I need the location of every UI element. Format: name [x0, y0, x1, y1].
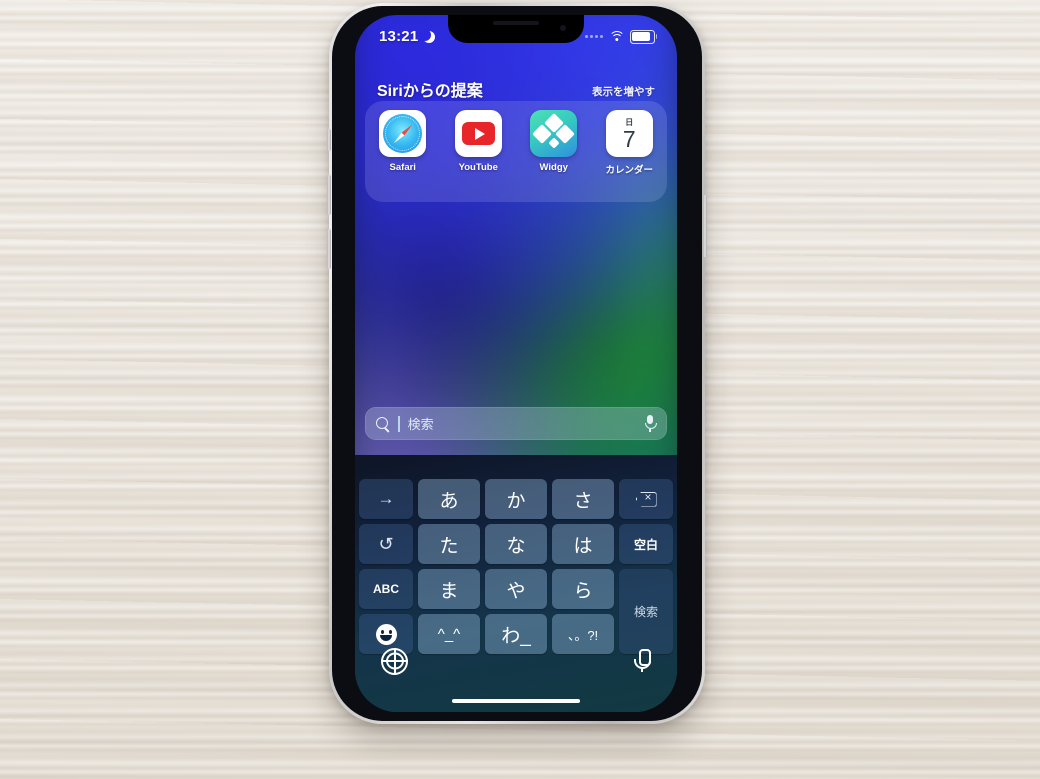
app-label: Safari — [389, 162, 416, 173]
key-label: は — [573, 535, 593, 557]
status-time-group: 13:21 — [379, 28, 436, 45]
key-label: や — [506, 580, 526, 602]
wifi-icon — [608, 31, 625, 42]
microphone-icon[interactable] — [644, 415, 657, 432]
app-label: Widgy — [539, 162, 568, 173]
delete-key[interactable] — [619, 479, 673, 519]
calendar-day-number: 7 — [622, 126, 636, 152]
kana-ya-key[interactable]: や — [485, 569, 547, 609]
widgy-icon — [530, 110, 578, 157]
kana-ha-key[interactable]: は — [552, 524, 614, 564]
app-suggestion-youtube[interactable]: YouTube — [447, 110, 509, 173]
undo-key[interactable]: ↺ — [359, 524, 413, 564]
japanese-keyboard: → あ か さ ↺ た な は 空白 ABC ま や ら 検索 ^_^ — [355, 455, 677, 712]
show-more-button[interactable]: 表示を増やす — [592, 84, 655, 101]
volume-down-button[interactable] — [327, 229, 331, 269]
search-input[interactable]: 検索 — [365, 407, 667, 440]
key-label: 検索 — [633, 605, 658, 619]
app-suggestion-safari[interactable]: Safari — [372, 110, 434, 173]
key-label: → — [377, 489, 395, 508]
youtube-icon — [454, 110, 502, 157]
keyboard-grid: → あ か さ ↺ た な は 空白 ABC ま や ら 検索 ^_^ — [359, 479, 673, 654]
screenshot-scene: 13:21 Siriからの提案 表示を増やす Safari YouTube Wi… — [0, 0, 1040, 779]
siri-suggestions-card: Safari YouTube Widgy 日 7 カレンダー — [365, 101, 667, 202]
key-label: な — [506, 535, 526, 557]
app-suggestion-widgy[interactable]: Widgy — [523, 110, 585, 173]
search-field-wrapper: 検索 — [365, 407, 667, 440]
key-label: さ — [573, 490, 593, 512]
key-label: あ — [439, 490, 459, 512]
cursor-right-key[interactable]: → — [359, 479, 413, 519]
keyboard-bottom-bar — [355, 640, 677, 682]
kana-a-key[interactable]: あ — [418, 479, 480, 519]
globe-language-icon[interactable] — [381, 647, 408, 675]
delete-backward-icon — [636, 490, 657, 507]
app-suggestion-calendar[interactable]: 日 7 カレンダー — [598, 110, 660, 176]
home-indicator-bar[interactable] — [452, 698, 580, 703]
app-label: YouTube — [458, 162, 498, 173]
notch — [448, 15, 584, 43]
space-key[interactable]: 空白 — [619, 524, 673, 564]
earpiece-speaker — [493, 21, 539, 25]
key-label: 空白 — [633, 537, 658, 552]
text-caret — [398, 415, 400, 432]
kana-ta-key[interactable]: た — [418, 524, 480, 564]
battery-full-icon — [630, 30, 658, 44]
status-time: 13:21 — [379, 28, 419, 45]
app-label: カレンダー — [605, 165, 653, 176]
microphone-dictation-icon[interactable] — [634, 648, 651, 674]
iphone-device: 13:21 Siriからの提案 表示を増やす Safari YouTube Wi… — [327, 3, 707, 724]
key-label: ま — [439, 580, 459, 602]
key-label: か — [506, 490, 526, 512]
siri-suggestions-header: Siriからの提案 表示を増やす — [355, 77, 677, 101]
kana-sa-key[interactable]: さ — [552, 479, 614, 519]
key-label: た — [439, 535, 459, 557]
front-camera — [560, 25, 566, 31]
search-placeholder: 検索 — [407, 417, 434, 432]
safari-icon — [379, 110, 427, 157]
key-label: ↺ — [378, 533, 394, 554]
kana-na-key[interactable]: な — [485, 524, 547, 564]
siri-suggestions-title: Siriからの提案 — [377, 83, 483, 100]
abc-key[interactable]: ABC — [359, 569, 413, 609]
silent-switch[interactable] — [327, 129, 331, 151]
crescent-moon-icon — [419, 28, 436, 43]
calendar-icon: 日 7 — [605, 110, 653, 157]
kana-ka-key[interactable]: か — [485, 479, 547, 519]
phone-screen: 13:21 Siriからの提案 表示を増やす Safari YouTube Wi… — [355, 15, 677, 712]
kana-ma-key[interactable]: ま — [418, 569, 480, 609]
power-button[interactable] — [703, 195, 707, 257]
key-label: ら — [573, 580, 593, 602]
key-label: ABC — [373, 582, 399, 596]
kana-ra-key[interactable]: ら — [552, 569, 614, 609]
signal-dots-icon — [585, 35, 603, 39]
status-indicators — [585, 30, 658, 44]
volume-up-button[interactable] — [327, 175, 331, 215]
magnifier-icon — [376, 416, 390, 431]
